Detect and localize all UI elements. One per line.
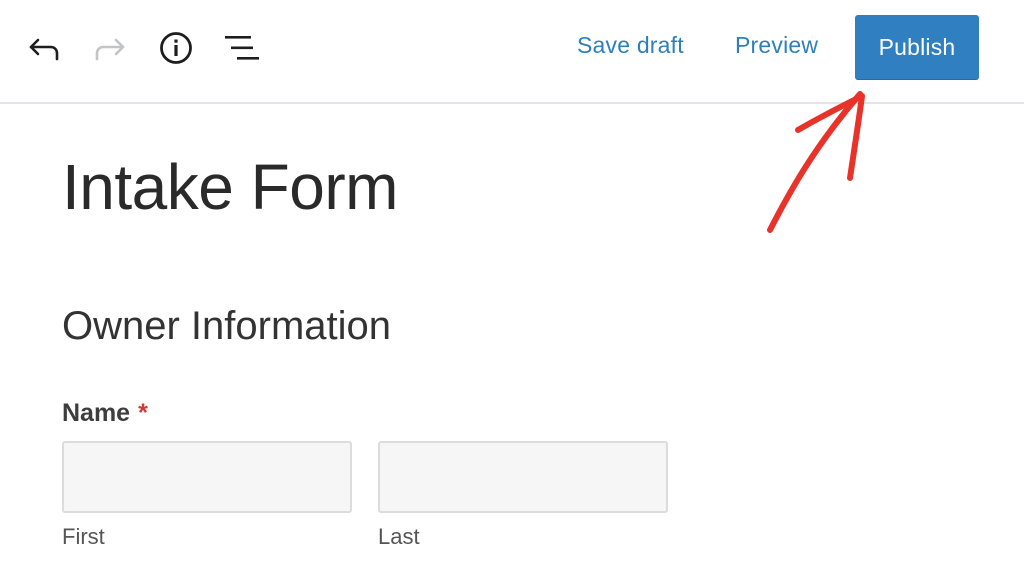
preview-button[interactable]: Preview	[735, 32, 818, 59]
save-draft-button[interactable]: Save draft	[577, 32, 684, 59]
red-arrow-annotation-icon	[767, 91, 865, 233]
first-name-sublabel: First	[62, 524, 105, 549]
list-outline-icon[interactable]	[222, 28, 262, 68]
info-icon[interactable]	[156, 28, 196, 68]
last-name-input[interactable]	[378, 441, 668, 513]
publish-button[interactable]: Publish	[855, 15, 979, 80]
redo-icon[interactable]	[90, 28, 130, 68]
section-heading[interactable]: Owner Information	[62, 304, 391, 349]
name-label-text: Name	[62, 399, 131, 427]
required-marker: *	[138, 399, 148, 427]
last-name-sublabel: Last	[378, 524, 420, 549]
name-field-label: Name *	[62, 399, 148, 428]
first-name-input[interactable]	[62, 441, 352, 513]
undo-icon[interactable]	[24, 28, 64, 68]
page-title[interactable]: Intake Form	[62, 150, 398, 224]
